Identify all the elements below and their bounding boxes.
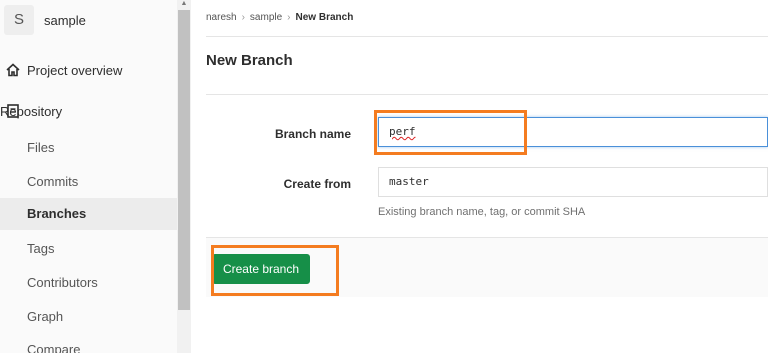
project-avatar: S [4, 5, 34, 35]
sidebar-item-files[interactable]: Files [0, 132, 177, 164]
breadcrumb-item[interactable]: sample [250, 12, 282, 23]
sidebar-scrollbar[interactable]: ▲ [177, 0, 191, 353]
scroll-up-arrow-icon[interactable]: ▲ [180, 0, 188, 8]
sidebar-item-label: Graph [27, 309, 64, 324]
sidebar-item-contributors[interactable]: Contributors [0, 267, 177, 299]
sidebar-item-repository[interactable]: Repository [0, 96, 177, 128]
sidebar-item-project-overview[interactable]: Project overview [0, 55, 177, 87]
scrollbar-thumb[interactable] [178, 10, 190, 310]
sidebar-item-label: Tags [27, 241, 55, 256]
form-actions: Create branch [206, 237, 768, 297]
breadcrumb-current[interactable]: New Branch [296, 12, 354, 23]
main-content: naresh › sample › New Branch New Branch Bran… [191, 0, 768, 353]
project-header[interactable]: S sample [0, 0, 177, 42]
branch-name-value: perf [389, 125, 416, 138]
sidebar-item-commits[interactable]: Commits [0, 166, 177, 198]
breadcrumb: naresh › sample › New Branch [206, 0, 768, 37]
create-from-value: master [389, 175, 429, 188]
sidebar-item-branches[interactable]: Branches [0, 198, 177, 230]
chevron-right-icon: › [287, 12, 291, 23]
create-from-input[interactable]: master [378, 167, 768, 197]
chevron-right-icon: › [241, 12, 245, 23]
create-from-label: Create from [283, 177, 351, 191]
page-title: New Branch [206, 52, 293, 69]
sidebar-item-compare[interactable]: Compare [0, 334, 177, 353]
sidebar-item-label: Contributors [27, 275, 98, 290]
sidebar-item-graph[interactable]: Graph [0, 301, 177, 333]
sidebar-item-label: Files [27, 140, 55, 155]
create-from-help-text: Existing branch name, tag, or commit SHA [378, 206, 586, 218]
sidebar-item-tags[interactable]: Tags [0, 233, 177, 265]
divider [206, 94, 768, 95]
sidebar-item-label: Repository [0, 104, 63, 119]
branch-name-input[interactable]: perf [378, 117, 768, 147]
sidebar-item-label: Commits [27, 174, 79, 189]
sidebar-item-label: Branches [27, 206, 87, 221]
project-name: sample [44, 13, 86, 28]
home-icon [6, 63, 20, 77]
create-branch-button[interactable]: Create branch [212, 254, 310, 284]
branch-name-label: Branch name [274, 127, 351, 141]
sidebar-item-label: Compare [27, 342, 81, 353]
sidebar: S sample Project overview Repository Fil… [0, 0, 178, 353]
sidebar-item-label: Project overview [27, 63, 123, 78]
breadcrumb-item[interactable]: naresh [206, 12, 237, 23]
